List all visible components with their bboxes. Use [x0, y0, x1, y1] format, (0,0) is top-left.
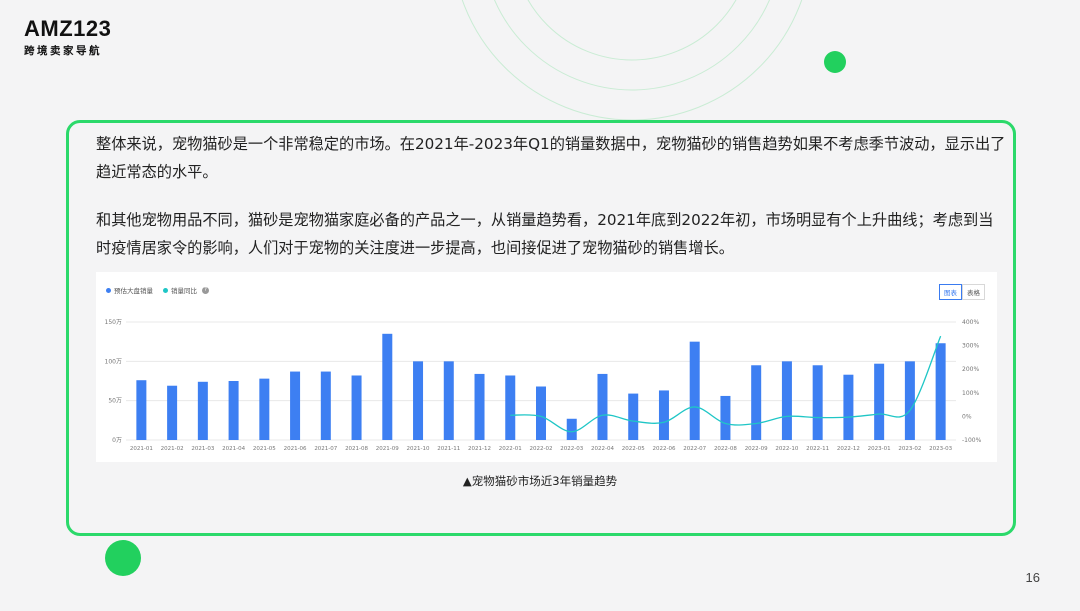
- x-tick-label: 2021-01: [130, 446, 153, 452]
- decor-dot-top: [824, 51, 846, 73]
- chart-bar: [413, 361, 424, 440]
- chart-bar: [566, 418, 577, 440]
- y-left-tick-label: 150万: [105, 319, 122, 326]
- x-tick-label: 2021-07: [314, 446, 337, 452]
- chart-bar: [536, 386, 546, 440]
- chart-bar: [874, 363, 885, 440]
- x-tick-label: 2023-02: [898, 446, 921, 452]
- x-tick-label: 2022-12: [837, 446, 860, 452]
- chart-bar: [781, 361, 792, 440]
- x-tick-label: 2022-05: [622, 446, 645, 452]
- paragraph-1: 整体来说，宠物猫砂是一个非常稳定的市场。在2021年-2023年Q1的销量数据中…: [96, 135, 1006, 181]
- chart-bar: [382, 333, 393, 440]
- paragraph-2: 和其他宠物用品不同，猫砂是宠物猫家庭必备的产品之一，从销量趋势看，2021年底到…: [96, 211, 994, 257]
- logo-subtitle: 跨境卖家导航: [24, 45, 102, 57]
- x-tick-label: 2021-12: [468, 446, 491, 452]
- chart-caption: ▲宠物猫砂市场近3年销量趋势: [462, 474, 618, 488]
- y-right-tick-label: 300%: [962, 343, 979, 350]
- x-tick-label: 2021-02: [161, 446, 184, 452]
- x-tick-label: 2022-06: [652, 446, 675, 452]
- chart-bar: [720, 395, 731, 440]
- x-tick-label: 2022-07: [683, 446, 706, 452]
- y-right-tick-label: 400%: [962, 319, 979, 326]
- x-tick-label: 2023-01: [868, 446, 891, 452]
- x-tick-label: 2021-04: [222, 446, 245, 452]
- chart-plot: 0万 50万 100万 150万 -100% 0% 100% 200% 300% 400% 2021…: [105, 319, 982, 452]
- x-tick-label: 2021-11: [437, 446, 460, 452]
- chart-bar: [290, 371, 301, 440]
- y-left-tick-label: 50万: [108, 398, 122, 405]
- logo-text: AMZ123: [24, 16, 112, 41]
- x-tick-label: 2022-01: [499, 446, 522, 452]
- x-tick-label: 2023-03: [929, 446, 952, 452]
- x-tick-label: 2021-06: [284, 446, 307, 452]
- x-tick-label: 2022-09: [745, 446, 768, 452]
- chart-bar: [228, 381, 239, 440]
- x-tick-label: 2021-05: [253, 446, 276, 452]
- chart-bar: [904, 361, 915, 440]
- x-tick-label: 2022-03: [560, 446, 583, 452]
- x-tick-label: 2021-10: [407, 446, 430, 452]
- chart-bar: [443, 361, 454, 440]
- x-tick-label: 2021-03: [191, 446, 214, 452]
- y-right-tick-label: 0%: [962, 413, 972, 420]
- x-tick-label: 2022-11: [806, 446, 829, 452]
- chart-bar: [812, 365, 823, 440]
- x-tick-label: 2022-02: [530, 446, 553, 452]
- chart-bar: [474, 373, 485, 440]
- decor-dot-bottom: [105, 540, 141, 576]
- chart-bar: [658, 390, 669, 440]
- x-tick-label: 2021-09: [376, 446, 399, 452]
- x-tick-label: 2022-08: [714, 446, 737, 452]
- chart-bar: [136, 380, 147, 440]
- y-left-tick-label: 0万: [112, 437, 122, 444]
- y-right-tick-label: 200%: [962, 366, 979, 373]
- chart-bar: [167, 385, 178, 440]
- y-right-tick-label: 100%: [962, 390, 979, 397]
- chart-bar: [628, 393, 639, 440]
- chart-bar: [351, 375, 362, 440]
- chart-bar: [505, 375, 516, 440]
- chart-panel: 预估大盘销量 销量同比 ? 图表 表格 0万 50万 100万 150万 -100% 0%…: [96, 272, 997, 462]
- x-tick-label: 2022-04: [591, 446, 614, 452]
- chart-bar: [843, 374, 854, 440]
- page-number: 16: [1025, 570, 1040, 585]
- y-left-tick-label: 100万: [105, 358, 122, 365]
- x-tick-label: 2022-10: [775, 446, 798, 452]
- x-tick-label: 2021-08: [345, 446, 368, 452]
- y-right-tick-label: -100%: [962, 437, 982, 444]
- chart-bar: [597, 373, 608, 440]
- chart-bar: [751, 365, 762, 440]
- chart-bar: [935, 343, 946, 440]
- chart-bar: [320, 371, 331, 440]
- chart-bar: [259, 378, 270, 440]
- brand-logo: AMZ123 跨境卖家导航: [24, 18, 111, 58]
- chart-bar: [197, 381, 208, 440]
- chart-bar: [689, 341, 700, 440]
